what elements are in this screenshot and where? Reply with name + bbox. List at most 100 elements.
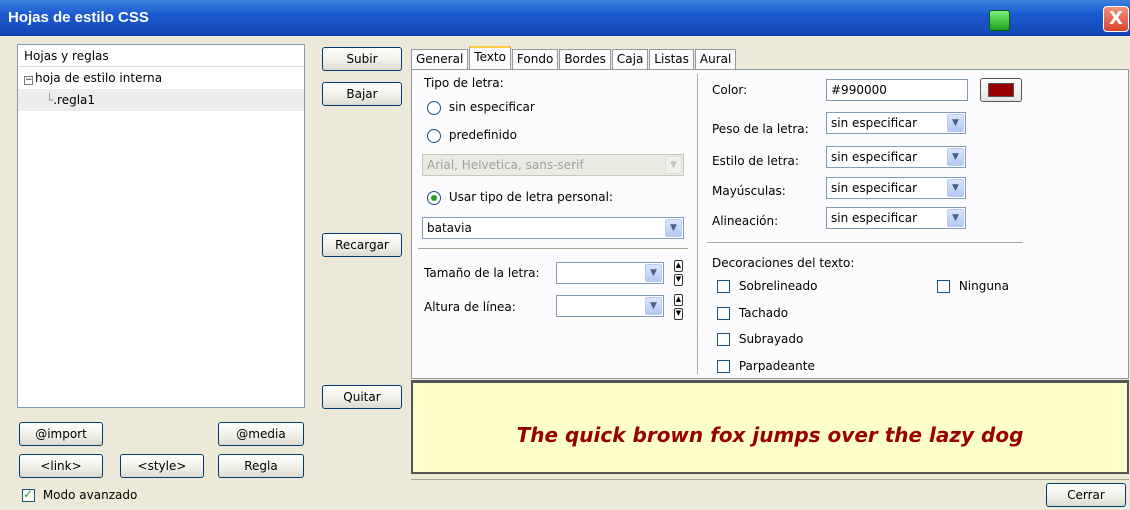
font-style-label: Estilo de letra: [712,154,799,168]
spin-down-icon[interactable]: ▼ [674,274,683,286]
font-unspecified-label: sin especificar [448,100,535,114]
underline-checkbox[interactable] [717,333,730,346]
font-style-value: sin especificar [831,150,918,164]
tab-caja[interactable]: Caja [611,49,649,70]
tab-listas[interactable]: Listas [649,49,694,70]
color-swatch [988,83,1014,97]
tab-strip: General Texto Fondo Bordes Caja Listas A… [411,46,737,70]
custom-font-select[interactable]: batavia ▼ [422,217,684,239]
reload-button[interactable]: Recargar [322,233,402,257]
move-down-button[interactable]: Bajar [322,82,402,106]
decoration-underline[interactable]: Subrayado [717,332,803,346]
underline-label: Subrayado [738,332,804,346]
close-button[interactable]: X [1103,6,1129,32]
blink-checkbox[interactable] [717,360,730,373]
spin-up-icon[interactable]: ▲ [674,260,683,272]
font-predefined-radio[interactable] [427,128,441,143]
font-custom-label: Usar tipo de letra personal: [448,190,613,204]
overline-label: Sobrelineado [738,279,818,293]
spin-down-icon[interactable]: ▼ [674,308,683,320]
strike-checkbox[interactable] [717,307,730,320]
chevron-down-icon: ▼ [947,179,964,197]
tab-bordes[interactable]: Bordes [559,49,611,70]
text-transform-value: sin especificar [831,181,918,195]
preview-box: The quick brown fox jumps over the lazy … [411,380,1129,474]
tab-aural[interactable]: Aural [694,49,737,70]
font-size-spinner[interactable]: ▲ ▼ [674,260,683,286]
font-predefined-option[interactable]: predefinido [427,128,517,143]
tree-item-internal-stylesheet[interactable]: − hoja de estilo interna [18,67,304,89]
tab-texto[interactable]: Texto [469,46,511,70]
tree-header: Hojas y reglas [18,45,304,67]
font-size-label: Tamaño de la letra: [424,266,540,280]
font-style-select[interactable]: sin especificar ▼ [826,146,966,168]
chevron-down-icon: ▼ [947,148,964,166]
advanced-mode-label: Modo avanzado [42,488,138,502]
tree-item-label: .regla1 [53,93,96,107]
font-unspecified-radio[interactable] [427,100,441,115]
font-weight-value: sin especificar [831,116,918,130]
none-checkbox[interactable] [937,280,950,293]
divider [411,479,1129,480]
rule-button[interactable]: Regla [218,454,304,478]
text-align-label: Alineación: [712,214,779,228]
print-icon[interactable] [989,10,1010,31]
font-custom-option[interactable]: Usar tipo de letra personal: [427,190,613,205]
text-transform-select[interactable]: sin especificar ▼ [826,177,966,199]
tree-item-rule[interactable]: └.regla1 [18,89,304,111]
media-button[interactable]: @media [218,422,304,446]
tab-general[interactable]: General [411,49,469,70]
font-section-label: Tipo de letra: [424,76,504,90]
decorations-label: Decoraciones del texto: [712,256,855,270]
chevron-down-icon: ▼ [645,264,662,282]
preview-text: The quick brown fox jumps over the lazy … [516,423,1024,447]
spin-up-icon[interactable]: ▲ [674,294,683,306]
advanced-mode-toggle[interactable]: Modo avanzado [22,487,138,502]
text-properties-panel: Tipo de letra: sin especificar predefini… [411,69,1129,379]
move-up-button[interactable]: Subir [322,47,402,71]
chevron-down-icon: ▼ [665,219,682,237]
tree-item-label: hoja de estilo interna [35,71,163,85]
chevron-down-icon: ▼ [645,297,662,315]
decoration-strike[interactable]: Tachado [717,306,788,320]
custom-font-value: batavia [427,221,472,235]
chevron-down-icon: ▼ [947,114,964,132]
color-picker-button[interactable] [980,78,1022,102]
advanced-mode-checkbox[interactable] [22,487,35,502]
decoration-none[interactable]: Ninguna [937,279,1009,293]
import-button[interactable]: @import [19,422,103,446]
link-button[interactable]: <link> [19,454,103,478]
font-size-select[interactable]: ▼ [556,262,664,284]
font-weight-label: Peso de la letra: [712,122,809,136]
blink-label: Parpadeante [738,359,815,373]
line-height-spinner[interactable]: ▲ ▼ [674,294,683,320]
rules-tree[interactable]: Hojas y reglas − hoja de estilo interna └… [17,44,305,408]
line-height-label: Altura de línea: [424,300,516,314]
style-button[interactable]: <style> [120,454,204,478]
text-align-value: sin especificar [831,211,918,225]
decoration-overline[interactable]: Sobrelineado [717,279,817,293]
chevron-down-icon: ▼ [665,156,682,174]
divider [697,74,698,374]
divider [707,242,1023,243]
font-unspecified-option[interactable]: sin especificar [427,100,535,115]
collapse-icon[interactable]: − [24,76,33,85]
decoration-blink[interactable]: Parpadeante [717,359,815,373]
tab-fondo[interactable]: Fondo [511,49,559,70]
close-dialog-button[interactable]: Cerrar [1046,483,1126,507]
overline-checkbox[interactable] [717,280,730,293]
divider [418,248,688,249]
chevron-down-icon: ▼ [947,209,964,227]
font-predefined-label: predefinido [448,128,517,142]
line-height-select[interactable]: ▼ [556,295,664,317]
strike-label: Tachado [738,306,789,320]
text-align-select[interactable]: sin especificar ▼ [826,207,966,229]
none-label: Ninguna [958,279,1009,293]
remove-button[interactable]: Quitar [322,385,402,409]
predefined-font-select[interactable]: Arial, Helvetica, sans-serif ▼ [422,154,684,176]
predefined-font-value: Arial, Helvetica, sans-serif [427,158,584,172]
color-input[interactable]: #990000 [826,79,968,101]
title-bar: Hojas de estilo CSS X [0,0,1130,36]
font-weight-select[interactable]: sin especificar ▼ [826,112,966,134]
font-custom-radio[interactable] [427,190,441,205]
